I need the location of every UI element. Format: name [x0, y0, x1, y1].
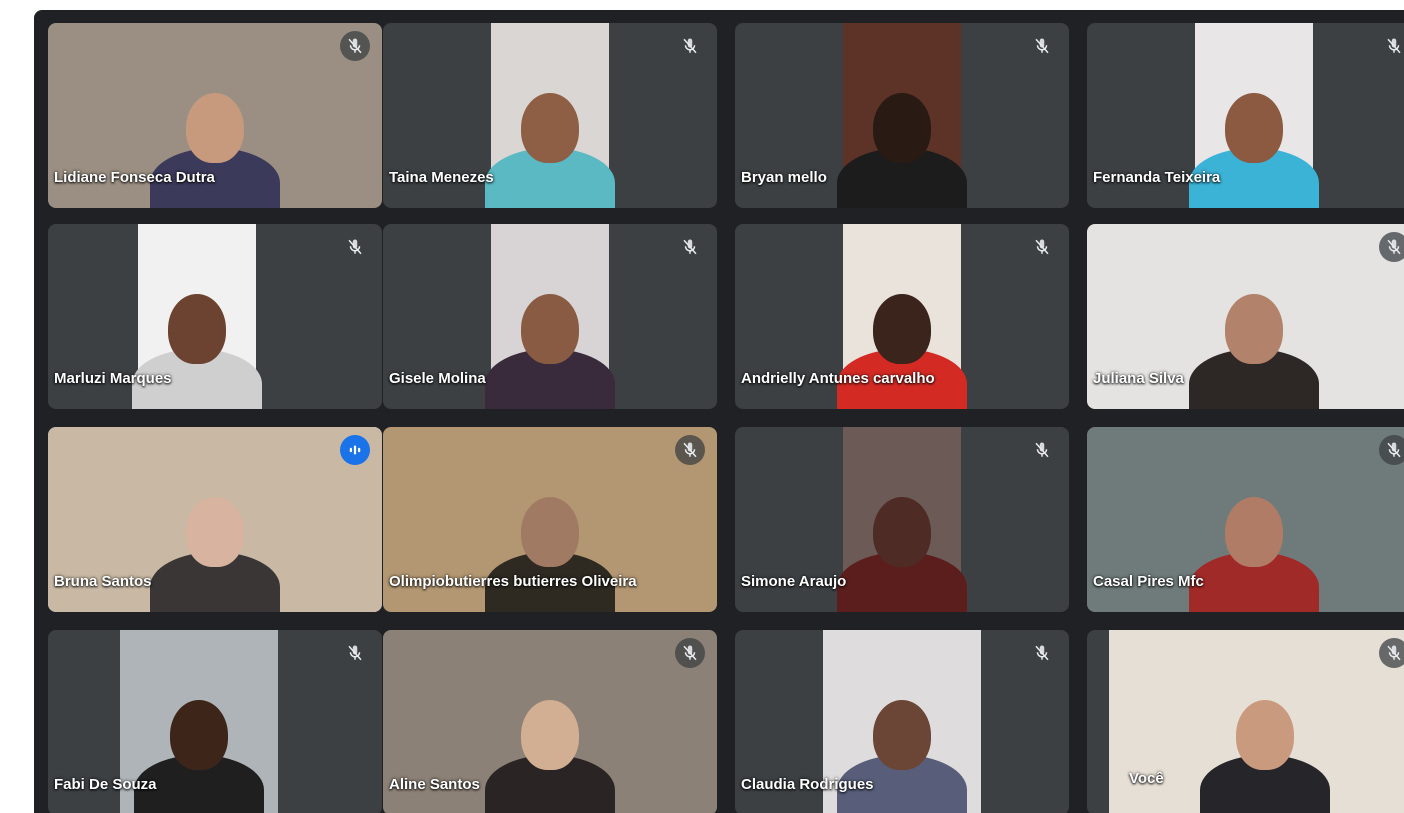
mic-off-icon [1379, 638, 1404, 668]
participant-name: Juliana Silva [1093, 370, 1184, 387]
participant-name: Andrielly Antunes carvalho [741, 370, 935, 387]
participant-video [485, 224, 615, 409]
participant-head [873, 93, 931, 163]
participant-tile[interactable]: Aline Santos [383, 630, 717, 813]
participant-tile[interactable]: Marluzi Marques [48, 224, 382, 409]
participant-tile[interactable]: Simone Araujo [735, 427, 1069, 612]
mic-off-icon [1027, 31, 1057, 61]
audio-level-icon [340, 435, 370, 465]
participant-tile[interactable]: Andrielly Antunes carvalho [735, 224, 1069, 409]
participant-name: Fabi De Souza [54, 776, 157, 793]
participant-head [873, 294, 931, 364]
participant-video [837, 23, 967, 208]
mic-off-icon [1379, 31, 1404, 61]
participant-name: Bryan mello [741, 169, 827, 186]
mic-off-icon [1027, 232, 1057, 262]
participant-head [186, 93, 244, 163]
participant-tile[interactable]: Bruna Santos [48, 427, 382, 612]
participant-head [873, 700, 931, 770]
mic-off-icon [340, 31, 370, 61]
participant-tile[interactable]: Você [1087, 630, 1404, 813]
meeting-grid: Lidiane Fonseca Dutra Taina Menezes Bryan … [34, 10, 1404, 813]
participant-name: Fernanda Teixeira [1093, 169, 1221, 186]
mic-off-icon [1379, 435, 1404, 465]
participant-tile[interactable]: Bryan mello [735, 23, 1069, 208]
participant-name: Bruna Santos [54, 573, 152, 590]
participant-head [1236, 700, 1294, 770]
participant-tile[interactable]: Gisele Molina [383, 224, 717, 409]
participant-name: Simone Araujo [741, 573, 847, 590]
mic-off-icon [675, 435, 705, 465]
participant-video [837, 427, 967, 612]
mic-off-icon [340, 638, 370, 668]
participant-tile[interactable]: Fabi De Souza [48, 630, 382, 813]
participant-tile[interactable]: Lidiane Fonseca Dutra [48, 23, 382, 208]
mic-off-icon [675, 638, 705, 668]
participant-name: Taina Menezes [389, 169, 494, 186]
participant-name: Gisele Molina [389, 370, 486, 387]
participant-tile[interactable]: Fernanda Teixeira [1087, 23, 1404, 208]
mic-off-icon [1379, 232, 1404, 262]
participant-name: Olimpiobutierres butierres Oliveira [389, 573, 637, 590]
mic-off-icon [1027, 638, 1057, 668]
participant-head [1225, 294, 1283, 364]
participant-name: Casal Pires Mfc [1093, 573, 1204, 590]
participant-name: Aline Santos [389, 776, 480, 793]
mic-off-icon [1027, 435, 1057, 465]
participant-name: Lidiane Fonseca Dutra [54, 169, 215, 186]
mic-off-icon [340, 232, 370, 262]
participant-tile[interactable]: Olimpiobutierres butierres Oliveira [383, 427, 717, 612]
participant-video [485, 23, 615, 208]
participant-head [186, 497, 244, 567]
participant-head [1225, 497, 1283, 567]
participant-tile[interactable]: Casal Pires Mfc [1087, 427, 1404, 612]
participant-name: Você [1129, 770, 1164, 787]
participant-head [521, 497, 579, 567]
participant-head [521, 700, 579, 770]
participant-head [521, 294, 579, 364]
participant-head [873, 497, 931, 567]
participant-tile[interactable]: Claudia Rodrigues [735, 630, 1069, 813]
participant-head [168, 294, 226, 364]
participant-tile[interactable]: Taina Menezes [383, 23, 717, 208]
mic-off-icon [675, 31, 705, 61]
participant-head [521, 93, 579, 163]
participant-name: Marluzi Marques [54, 370, 172, 387]
mic-off-icon [675, 232, 705, 262]
participant-tile[interactable]: Juliana Silva [1087, 224, 1404, 409]
participant-name: Claudia Rodrigues [741, 776, 874, 793]
participant-head [170, 700, 228, 770]
participant-head [1225, 93, 1283, 163]
